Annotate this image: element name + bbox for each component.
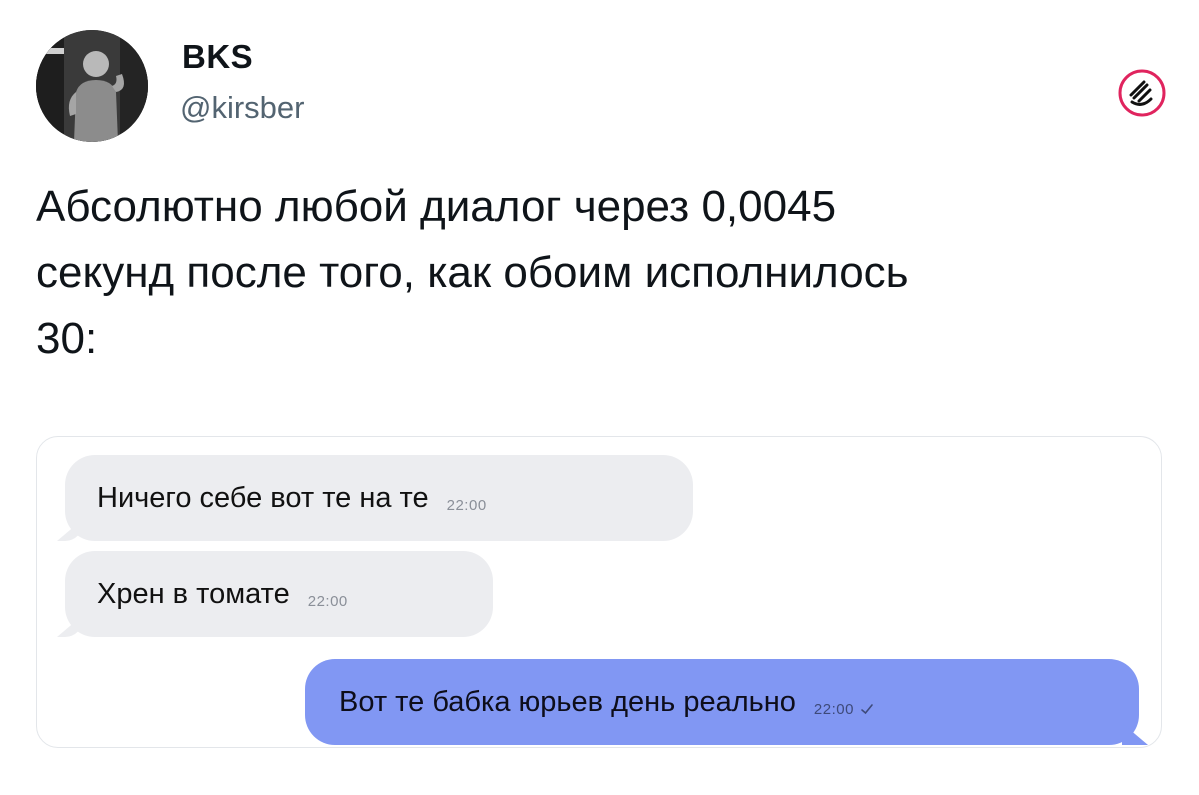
message-time: 22:00 — [307, 592, 348, 610]
message-text: Ничего себе вот те на те — [97, 481, 429, 514]
user-handle[interactable]: @kirsber — [180, 90, 304, 126]
chat-screenshot[interactable]: Ничего себе вот те на те 22:00 Хрен в то… — [36, 436, 1162, 748]
message-text: Вот те бабка юрьев день реально — [339, 685, 796, 718]
chat-message-incoming: Ничего себе вот те на те 22:00 — [65, 455, 693, 541]
message-time: 22:00 — [813, 700, 854, 718]
check-icon — [860, 702, 874, 716]
chat-message-outgoing: Вот те бабка юрьев день реально 22:00 — [305, 659, 1139, 745]
tweet-text-line: 30: — [36, 314, 98, 363]
tweet-text: Абсолютно любой диалог через 0,0045 секу… — [36, 174, 1176, 372]
avatar-photo-icon — [36, 30, 148, 142]
display-name[interactable]: BKS — [182, 38, 253, 76]
grok-icon[interactable] — [1117, 68, 1167, 118]
message-time: 22:00 — [446, 496, 487, 514]
tweet-text-line: секунд после того, как обоим исполнилось — [36, 248, 909, 297]
tweet-text-line: Абсолютно любой диалог через 0,0045 — [36, 182, 837, 231]
chat-message-incoming: Хрен в томате 22:00 — [65, 551, 493, 637]
avatar[interactable] — [36, 30, 148, 142]
message-text: Хрен в томате — [97, 577, 290, 610]
